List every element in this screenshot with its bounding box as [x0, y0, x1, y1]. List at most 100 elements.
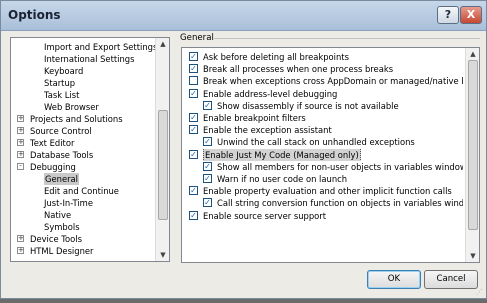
option-label: Enable property evaluation and other imp…	[203, 186, 452, 197]
option-checkbox[interactable]	[189, 88, 198, 98]
tree-item-label: Debugging	[30, 162, 76, 172]
tree-scroll-thumb[interactable]	[158, 110, 168, 220]
expand-icon[interactable]: +	[17, 127, 24, 134]
tree-item[interactable]: Just-In-Time	[11, 197, 153, 209]
scroll-up-icon[interactable]: ▲	[468, 49, 478, 59]
tree-item-label: Projects and Solutions	[30, 114, 123, 124]
option-checkbox[interactable]	[189, 186, 198, 196]
options-tree[interactable]: Import and Export Settings International …	[10, 37, 170, 262]
option-checkbox[interactable]	[203, 198, 212, 208]
option-row[interactable]: Warn if no user code on launch	[203, 173, 463, 185]
option-row[interactable]: Show disassembly if source is not availa…	[203, 100, 463, 112]
tree-item[interactable]: Import and Export Settings	[11, 41, 157, 53]
option-label: Enable the exception assistant	[203, 125, 332, 136]
option-checkbox[interactable]	[189, 125, 198, 135]
tree-item-label: International Settings	[44, 54, 135, 64]
tree-item-label: Keyboard	[44, 66, 84, 76]
option-checkbox[interactable]	[203, 161, 212, 171]
option-checkbox[interactable]	[189, 76, 198, 86]
tree-item[interactable]: + Device Tools	[11, 233, 153, 245]
tree-item[interactable]: International Settings	[11, 53, 153, 65]
tree-item-label: Edit and Continue	[44, 186, 119, 196]
tree-item[interactable]: + HTML Designer	[11, 245, 153, 257]
option-label: Enable Just My Code (Managed only)	[203, 148, 361, 161]
group-label: General	[180, 33, 214, 43]
tree-item-label: General	[44, 173, 80, 185]
option-checkbox[interactable]	[189, 113, 198, 122]
ok-button[interactable]: OK	[367, 270, 421, 289]
tree-item[interactable]: Edit and Continue	[11, 185, 153, 197]
help-button[interactable]: ?	[437, 6, 459, 24]
option-label: Enable breakpoint filters	[203, 113, 306, 123]
option-checkbox[interactable]	[189, 64, 198, 74]
title-bar[interactable]: Options ? X	[1, 1, 486, 31]
option-label: Unwind the call stack on unhandled excep…	[217, 137, 415, 148]
tree-item[interactable]: + Source Control	[11, 125, 153, 137]
tree-item-label: Import and Export Settings	[44, 42, 158, 52]
tree-item[interactable]: Keyboard	[11, 65, 153, 77]
cancel-button[interactable]: Cancel	[424, 270, 478, 289]
option-checkbox[interactable]	[189, 52, 198, 61]
option-row[interactable]: Unwind the call stack on unhandled excep…	[203, 136, 463, 148]
tree-item-label: Symbols	[44, 222, 80, 232]
tree-item-label: Web Browser	[44, 102, 99, 112]
option-label: Show disassembly if source is not availa…	[217, 100, 399, 111]
option-checkbox[interactable]	[189, 210, 198, 220]
tree-item[interactable]: + Projects and Solutions	[11, 113, 153, 125]
option-row[interactable]: Call string conversion function on objec…	[203, 197, 463, 209]
tree-item[interactable]: + Database Tools	[11, 149, 153, 161]
tree-item[interactable]: - Debugging	[11, 161, 153, 173]
scroll-down-icon[interactable]: ▼	[158, 250, 168, 260]
option-label: Show all members for non-user objects in…	[217, 161, 463, 172]
option-checkbox[interactable]	[203, 137, 212, 147]
option-label: Warn if no user code on launch	[217, 174, 348, 184]
tree-item-label: Task List	[44, 90, 80, 100]
option-row[interactable]: Enable property evaluation and other imp…	[189, 185, 463, 197]
option-row[interactable]: Enable address-level debugging	[189, 88, 463, 100]
option-row[interactable]: Enable Just My Code (Managed only)	[189, 148, 463, 161]
tree-item-label: HTML Designer	[30, 246, 94, 256]
tree-item-label: Database Tools	[30, 150, 94, 160]
tree-item-label: Native	[44, 210, 72, 220]
option-checkbox[interactable]	[203, 174, 212, 183]
option-label: Break all processes when one process bre…	[203, 64, 394, 75]
tree-item[interactable]: Startup	[11, 77, 153, 89]
tree-item-label: Just-In-Time	[44, 198, 93, 208]
option-row[interactable]: Ask before deleting all breakpoints	[189, 51, 463, 63]
expand-icon[interactable]: +	[17, 151, 24, 158]
option-label: Call string conversion function on objec…	[217, 198, 463, 209]
tree-item[interactable]: General	[11, 173, 153, 185]
tree-item[interactable]: Task List	[11, 89, 153, 101]
tree-item-label: Device Tools	[30, 234, 82, 244]
option-row[interactable]: Enable source server support	[189, 210, 463, 222]
option-checkbox[interactable]	[203, 100, 212, 110]
expand-icon[interactable]: +	[17, 115, 24, 122]
option-row[interactable]: Enable the exception assistant	[189, 124, 463, 136]
tree-item[interactable]: Native	[11, 209, 153, 221]
options-list[interactable]: Ask before deleting all breakpoints Break…	[181, 47, 480, 263]
option-row[interactable]: Break when exceptions cross AppDomain or…	[189, 75, 463, 87]
tree-item-label: Text Editor	[30, 138, 75, 148]
expand-icon[interactable]: +	[17, 247, 24, 254]
option-label: Break when exceptions cross AppDomain or…	[203, 76, 463, 87]
option-row[interactable]: Break all processes when one process bre…	[189, 63, 463, 75]
tree-scrollbar[interactable]: ▲ ▼	[155, 38, 169, 261]
list-scrollbar[interactable]: ▲ ▼	[465, 48, 479, 262]
tree-item-label: Startup	[44, 78, 76, 88]
resize-grip-icon[interactable]: ⋰	[476, 288, 484, 296]
option-row[interactable]: Enable breakpoint filters	[189, 112, 463, 124]
expand-icon[interactable]: +	[17, 139, 24, 146]
tree-item[interactable]: Symbols	[11, 221, 153, 233]
option-checkbox[interactable]	[189, 149, 198, 159]
collapse-icon[interactable]: -	[17, 163, 24, 170]
scroll-down-icon[interactable]: ▼	[468, 251, 478, 261]
tree-item[interactable]: + Text Editor	[11, 137, 153, 149]
list-scroll-thumb[interactable]	[468, 60, 478, 230]
tree-item[interactable]: Web Browser	[11, 101, 153, 113]
option-label: Enable address-level debugging	[203, 88, 338, 99]
close-button[interactable]: X	[460, 6, 482, 24]
scroll-up-icon[interactable]: ▲	[158, 39, 168, 49]
expand-icon[interactable]: +	[17, 235, 24, 242]
option-row[interactable]: Show all members for non-user objects in…	[203, 161, 463, 173]
options-dialog: Options ? X Import and Export Settings In…	[0, 0, 487, 299]
